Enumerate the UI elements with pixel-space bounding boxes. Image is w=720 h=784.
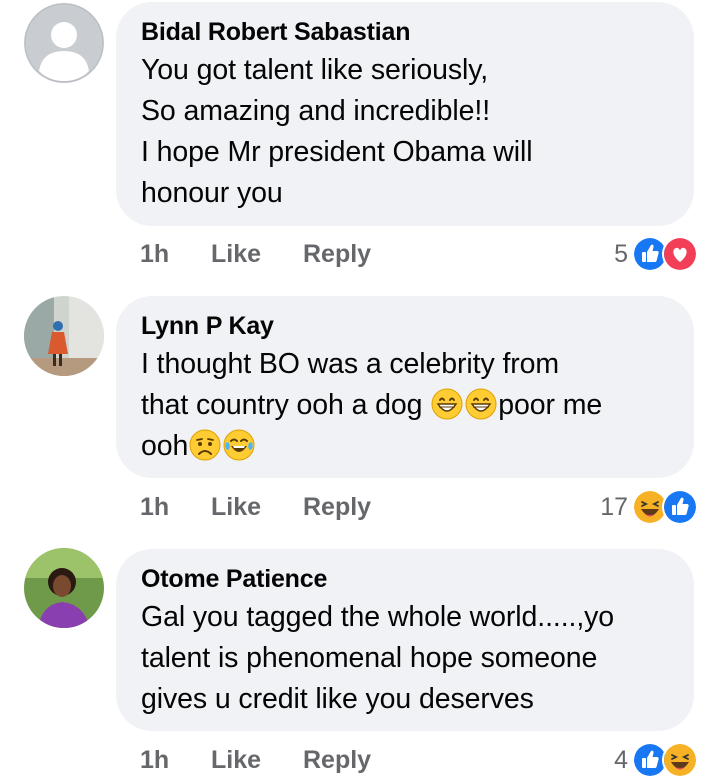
reaction-summary[interactable]: 17 xyxy=(600,489,698,525)
like-button[interactable]: Like xyxy=(211,236,261,272)
comment-author[interactable]: Bidal Robert Sabastian xyxy=(141,14,670,50)
comment-line: You got talent like seriously, xyxy=(141,54,489,86)
default-profile-icon xyxy=(24,3,104,83)
comment-line: I thought BO was a celebrity from xyxy=(141,348,560,380)
grinning-emoji-icon xyxy=(431,388,463,420)
reaction-count: 4 xyxy=(614,746,628,774)
reaction-count: 5 xyxy=(614,240,628,268)
comment-bubble: Lynn P Kay I thought BO was a celebrity … xyxy=(116,296,694,478)
comment-actions: 1h Like Reply 4 xyxy=(140,742,700,778)
like-button[interactable]: Like xyxy=(211,742,261,778)
reaction-count: 17 xyxy=(600,493,628,521)
comment-author[interactable]: Lynn P Kay xyxy=(141,308,670,344)
comment-time[interactable]: 1h xyxy=(140,489,169,525)
comment-line: talent is phenomenal hope someone xyxy=(141,642,598,674)
reply-button[interactable]: Reply xyxy=(303,742,371,778)
comment-line: Gal you tagged the whole world.....,yo xyxy=(141,601,615,633)
reaction-summary[interactable]: 4 xyxy=(614,742,698,778)
comment-actions: 1h Like Reply 17 xyxy=(140,489,700,525)
comment-bubble: Bidal Robert Sabastian You got talent li… xyxy=(116,2,694,226)
comment-text: You got talent like seriously, So amazin… xyxy=(141,50,670,214)
comment-actions: 1h Like Reply 5 xyxy=(140,236,700,272)
avatar[interactable] xyxy=(24,296,104,376)
avatar[interactable] xyxy=(24,3,104,83)
comment-bubble: Otome Patience Gal you tagged the whole … xyxy=(116,549,694,731)
comment-line: gives u credit like you deserves xyxy=(141,683,534,715)
reaction-summary[interactable]: 5 xyxy=(614,236,698,272)
profile-photo xyxy=(24,296,104,376)
tears-of-joy-emoji-icon xyxy=(223,429,255,461)
comment-line: ooh xyxy=(141,426,670,467)
comment-line-part: that country ooh a dog xyxy=(141,389,423,421)
comment-text: I thought BO was a celebrity from that c… xyxy=(141,344,670,467)
comment-time[interactable]: 1h xyxy=(140,236,169,272)
like-icon xyxy=(662,489,698,525)
comment-line: I hope Mr president Obama will xyxy=(141,136,533,168)
sad-face-emoji-icon xyxy=(189,429,221,461)
comment-text: Gal you tagged the whole world.....,yo t… xyxy=(141,597,670,720)
love-icon xyxy=(662,236,698,272)
comment-time[interactable]: 1h xyxy=(140,742,169,778)
like-button[interactable]: Like xyxy=(211,489,261,525)
comment-line-part: ooh xyxy=(141,430,189,462)
comment-line: So amazing and incredible!! xyxy=(141,95,491,127)
comment-author[interactable]: Otome Patience xyxy=(141,561,670,597)
reply-button[interactable]: Reply xyxy=(303,489,371,525)
haha-icon xyxy=(662,742,698,778)
avatar[interactable] xyxy=(24,548,104,628)
reply-button[interactable]: Reply xyxy=(303,236,371,272)
grinning-emoji-icon xyxy=(465,388,497,420)
comment-line: honour you xyxy=(141,177,283,209)
profile-photo xyxy=(24,548,104,628)
comment-line-part: poor me xyxy=(498,389,603,421)
comment-line: that country ooh a dog poor me xyxy=(141,385,670,426)
